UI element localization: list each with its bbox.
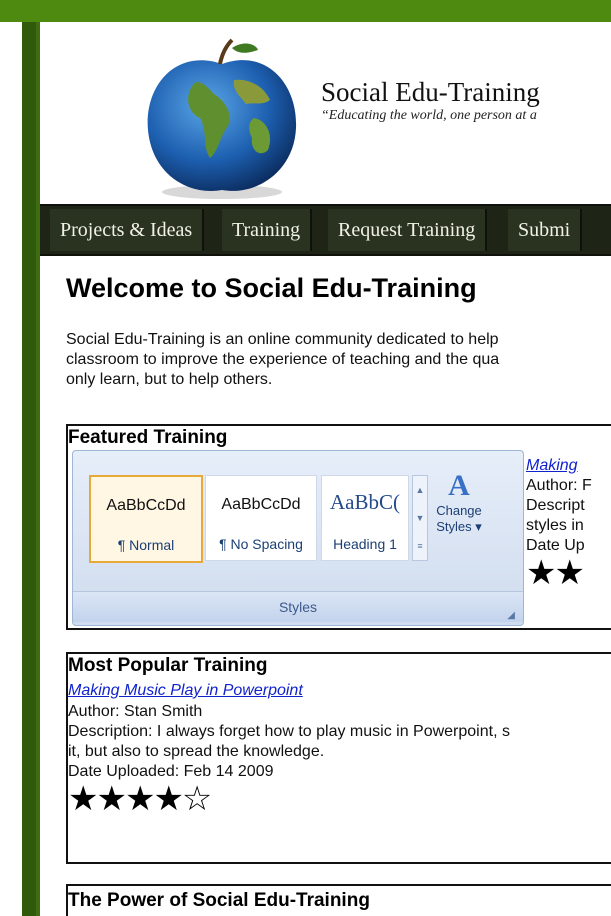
site-tagline: “Educating the world, one person at a [321,108,537,123]
page-container: Social Edu-Training “Educating the world… [40,22,611,916]
style-sample: AaBbCcDd [221,496,301,513]
dialog-launcher-icon: ◢ [507,610,515,621]
popular-training-box: Most Popular Training Making Music Play … [66,652,611,864]
style-name: Heading 1 [333,536,397,552]
change-styles: A Change Styles ▾ [431,469,487,535]
style-name: ¶ Normal [117,537,175,553]
style-heading1-tile: AaBbC( Heading 1 [321,475,409,561]
styles-group-label: Styles ◢ [73,591,523,622]
featured-training-title: Featured Training [68,427,228,448]
intro-line: classroom to improve the experience of t… [66,351,500,368]
popular-info: Author: Stan Smith Description: I always… [68,702,510,782]
page-title: Welcome to Social Edu-Training [66,273,477,303]
nav-request-training[interactable]: Request Training [328,209,488,251]
site-title[interactable]: Social Edu-Training [321,77,540,108]
popular-training-link[interactable]: Making Music Play in Powerpoint [68,682,303,700]
intro-line: Social Edu-Training is an online communi… [66,331,499,348]
nav-training[interactable]: Training [222,209,313,251]
popular-desc: Description: I always forget how to play… [68,723,510,740]
intro-line: only learn, but to help others. [66,371,273,388]
scroll-down-icon: ▼ [415,513,425,523]
apple-globe-logo[interactable] [136,34,308,202]
more-icon: ≡ [417,541,423,551]
style-no-spacing-tile: AaBbCcDd ¶ No Spacing [205,475,317,561]
featured-link[interactable]: Making [526,457,578,474]
top-bar [0,0,611,22]
styles-group-text: Styles [278,599,318,615]
featured-desc: Descript [526,497,585,514]
nav-submit[interactable]: Submi [508,209,583,251]
scroll-up-icon: ▲ [415,485,425,495]
style-name: ¶ No Spacing [219,536,303,552]
popular-rating-stars: ★★★★☆ [68,780,212,818]
featured-date: Date Up [526,537,585,554]
styles-scroll: ▲ ▼ ≡ [412,475,428,561]
popular-date: Date Uploaded: Feb 14 2009 [68,763,274,780]
nav-projects-ideas[interactable]: Projects & Ideas [50,209,205,251]
popular-training-title: Most Popular Training [68,655,268,676]
style-sample: AaBbCcDd [106,497,186,514]
style-sample: AaBbC( [330,490,400,514]
site-header: Social Edu-Training “Educating the world… [40,22,611,208]
change-styles-label: Styles ▾ [436,519,482,534]
main-nav: Projects & Ideas Training Request Traini… [40,204,611,256]
power-title: The Power of Social Edu-Training [68,890,370,911]
featured-desc: styles in [526,517,584,534]
featured-rating-stars: ★★ [526,554,585,592]
featured-training-box: Featured Training AaBbCcDd ¶ Normal AaBb… [66,424,611,630]
change-styles-icon: A [448,469,470,502]
change-styles-label: Change [436,503,482,518]
style-normal-tile: AaBbCcDd ¶ Normal [89,475,203,563]
styles-ribbon-image[interactable]: AaBbCcDd ¶ Normal AaBbCcDd ¶ No Spacing … [72,450,524,626]
popular-author: Author: Stan Smith [68,703,203,720]
featured-author: Author: F [526,477,592,494]
popular-desc: it, but also to spread the knowledge. [68,743,325,760]
intro-paragraph: Social Edu-Training is an online communi… [66,330,611,390]
featured-info: Making Author: F Descript styles in Date… [526,456,592,590]
